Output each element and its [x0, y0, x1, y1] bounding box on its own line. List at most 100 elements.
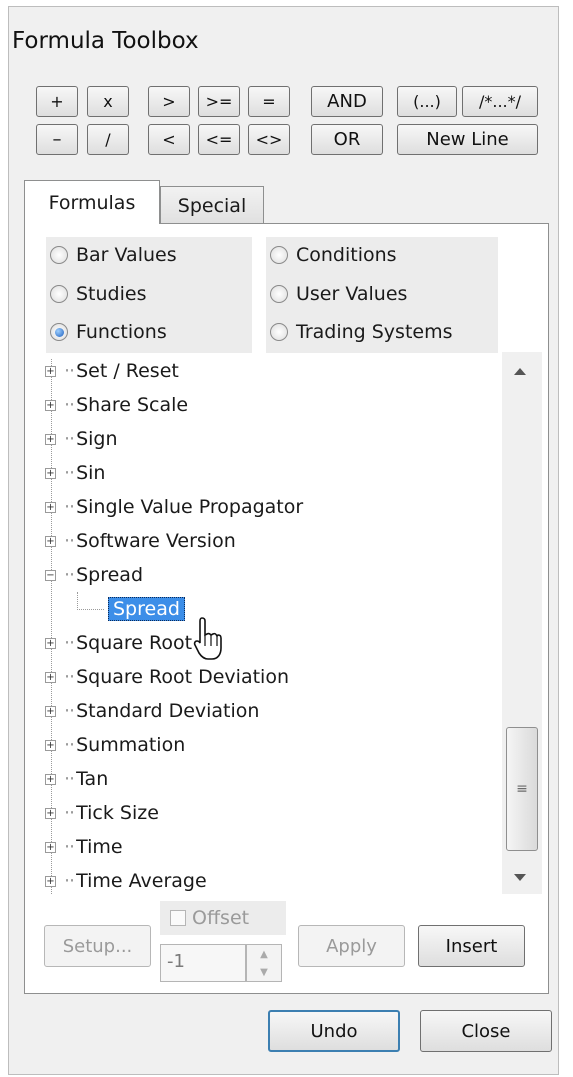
hand-cursor-icon: [193, 617, 222, 660]
tab-formulas[interactable]: Formulas: [24, 180, 160, 224]
spin-down-icon[interactable]: ▼: [247, 963, 281, 981]
greater-than-button[interactable]: >: [148, 86, 190, 117]
expand-plus-icon[interactable]: +: [45, 501, 56, 513]
multiply-button[interactable]: x: [87, 86, 129, 117]
offset-spinner[interactable]: ▲ ▼: [246, 944, 282, 982]
expand-plus-icon[interactable]: +: [45, 807, 56, 819]
tree-item-standard-deviation[interactable]: + Standard Deviation: [24, 694, 424, 728]
setup-button[interactable]: Setup...: [44, 925, 151, 967]
tree-item-sin[interactable]: + Sin: [24, 456, 424, 490]
radio-selected-icon: [50, 323, 68, 341]
scrollbar-thumb[interactable]: ≡: [506, 727, 538, 851]
tree-item-label: Tan: [64, 768, 108, 790]
radio-label: Studies: [76, 283, 147, 305]
close-button[interactable]: Close: [420, 1010, 552, 1052]
radio-trading-systems[interactable]: Trading Systems: [270, 321, 453, 343]
tree-scrollbar[interactable]: ≡: [502, 352, 542, 894]
new-line-button[interactable]: New Line: [397, 124, 538, 155]
tree-item-label: Spread: [64, 564, 143, 586]
and-button[interactable]: AND: [311, 86, 383, 117]
tree-item-label: Sign: [64, 428, 117, 450]
tree-item-tan[interactable]: + Tan: [24, 762, 424, 796]
window-title: Formula Toolbox: [12, 28, 199, 54]
radio-label: Functions: [76, 321, 167, 343]
not-equal-button[interactable]: <>: [248, 124, 290, 155]
radio-label: Trading Systems: [296, 321, 453, 343]
greater-equal-button[interactable]: >=: [198, 86, 240, 117]
radio-label: Conditions: [296, 244, 397, 266]
expand-plus-icon[interactable]: +: [45, 365, 56, 377]
minus-button[interactable]: –: [36, 124, 78, 155]
tree-item-label: Software Version: [64, 530, 236, 552]
tree-item-tick-size[interactable]: + Tick Size: [24, 796, 424, 830]
radio-studies[interactable]: Studies: [50, 283, 146, 305]
expand-plus-icon[interactable]: +: [45, 535, 56, 547]
tree-item-label: Share Scale: [64, 394, 188, 416]
tree-item-label: Sin: [64, 462, 105, 484]
radio-button-icon: [270, 246, 288, 264]
collapse-minus-icon[interactable]: −: [45, 569, 56, 581]
tree-item-share-scale[interactable]: + Share Scale: [24, 388, 424, 422]
radio-label: User Values: [296, 283, 408, 305]
tree-item-spread[interactable]: − Spread: [24, 558, 424, 592]
tree-item-single-value-propagator[interactable]: + Single Value Propagator: [24, 490, 424, 524]
divide-button[interactable]: /: [87, 124, 129, 155]
radio-button-icon: [50, 246, 68, 264]
tree-item-sign[interactable]: + Sign: [24, 422, 424, 456]
offset-input[interactable]: -1: [160, 944, 246, 982]
tree-item-set-reset[interactable]: + Set / Reset: [24, 354, 424, 388]
tree-item-label: Summation: [64, 734, 185, 756]
or-button[interactable]: OR: [311, 124, 383, 155]
tree-item-software-version[interactable]: + Software Version: [24, 524, 424, 558]
expand-plus-icon[interactable]: +: [45, 637, 56, 649]
scroll-down-arrow-icon[interactable]: [514, 874, 526, 881]
spin-up-icon[interactable]: ▲: [247, 945, 281, 963]
radio-user-values[interactable]: User Values: [270, 283, 407, 305]
tree-item-label-selected: Spread: [108, 597, 185, 621]
scroll-up-arrow-icon[interactable]: [514, 368, 526, 375]
checkbox-icon: [170, 910, 186, 926]
offset-checkbox[interactable]: Offset: [160, 901, 286, 935]
radio-label: Bar Values: [76, 244, 177, 266]
expand-plus-icon[interactable]: +: [45, 841, 56, 853]
radio-button-icon: [270, 285, 288, 303]
radio-button-icon: [270, 323, 288, 341]
expand-plus-icon[interactable]: +: [45, 433, 56, 445]
grip-icon: ≡: [516, 781, 528, 797]
less-than-button[interactable]: <: [148, 124, 190, 155]
offset-label: Offset: [192, 907, 250, 929]
expand-plus-icon[interactable]: +: [45, 399, 56, 411]
tree-child-connector: [77, 592, 104, 610]
tree-item-time-average[interactable]: + Time Average: [24, 864, 424, 897]
tree-item-label: Tick Size: [64, 802, 159, 824]
undo-button[interactable]: Undo: [268, 1010, 400, 1052]
insert-button[interactable]: Insert: [418, 925, 525, 967]
tree-item-square-root-deviation[interactable]: + Square Root Deviation: [24, 660, 424, 694]
tree-item-summation[interactable]: + Summation: [24, 728, 424, 762]
expand-plus-icon[interactable]: +: [45, 875, 56, 887]
less-equal-button[interactable]: <=: [198, 124, 240, 155]
apply-button[interactable]: Apply: [298, 925, 405, 967]
radio-button-icon: [50, 285, 68, 303]
comment-button[interactable]: /*...*/: [462, 86, 538, 117]
tree-item-time[interactable]: + Time: [24, 830, 424, 864]
tree-item-label: Standard Deviation: [64, 700, 259, 722]
tree-item-label: Single Value Propagator: [64, 496, 303, 518]
tab-special[interactable]: Special: [160, 186, 264, 224]
equals-button[interactable]: =: [248, 86, 290, 117]
tree-item-label: Time Average: [64, 870, 207, 892]
radio-bar-values[interactable]: Bar Values: [50, 244, 177, 266]
expand-plus-icon[interactable]: +: [45, 467, 56, 479]
expand-plus-icon[interactable]: +: [45, 739, 56, 751]
parentheses-button[interactable]: (...): [397, 86, 457, 117]
expand-plus-icon[interactable]: +: [45, 705, 56, 717]
expand-plus-icon[interactable]: +: [45, 773, 56, 785]
tree-item-label: Set / Reset: [64, 360, 179, 382]
tree-item-label: Time: [64, 836, 123, 858]
plus-button[interactable]: +: [36, 86, 78, 117]
expand-plus-icon[interactable]: +: [45, 671, 56, 683]
radio-functions[interactable]: Functions: [50, 321, 167, 343]
function-tree[interactable]: + Set / Reset + Share Scale + Sign + Sin…: [24, 349, 498, 897]
radio-conditions[interactable]: Conditions: [270, 244, 397, 266]
tree-item-label: Square Root: [64, 632, 192, 654]
